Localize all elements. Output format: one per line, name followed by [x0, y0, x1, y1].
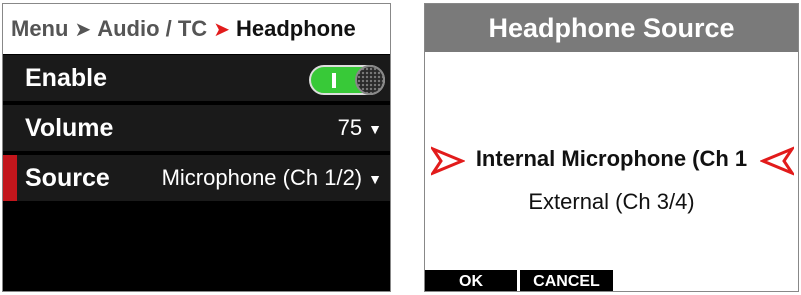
ok-button[interactable]: OK [425, 270, 517, 291]
breadcrumb-menu[interactable]: Menu [11, 16, 68, 42]
source-dropdown[interactable]: Microphone (Ch 1/2) ▼ [162, 165, 382, 191]
volume-label: Volume [25, 113, 114, 142]
dialog-title: Headphone Source [425, 4, 798, 52]
menu-row-volume[interactable]: Volume 75 ▼ [3, 105, 390, 153]
menu-screen: Menu ➤ Audio / TC ➤ Headphone Enable Vol… [2, 3, 391, 292]
breadcrumb-audio-tc[interactable]: Audio / TC [97, 16, 207, 42]
source-label: Source [25, 163, 110, 192]
chevron-down-icon: ▼ [368, 121, 382, 137]
chevron-down-icon: ▼ [368, 171, 382, 187]
selection-marker [3, 155, 17, 201]
chevron-right-icon: ➤ [74, 18, 92, 41]
breadcrumb: Menu ➤ Audio / TC ➤ Headphone [3, 4, 390, 54]
menu-row-source[interactable]: Source Microphone (Ch 1/2) ▼ [3, 155, 390, 203]
headphone-source-dialog: Headphone Source Internal Microphone (Ch… [424, 3, 799, 292]
toggle-on-indicator [332, 73, 336, 88]
toggle-knob [355, 65, 385, 95]
enable-label: Enable [25, 63, 107, 92]
volume-value: 75 [337, 115, 363, 140]
option-internal-microphone[interactable]: Internal Microphone (Ch 1 [425, 146, 798, 172]
selection-arrow-icon [760, 146, 794, 176]
source-value: Microphone (Ch 1/2) [161, 165, 363, 190]
enable-toggle[interactable] [309, 65, 385, 95]
chevron-right-icon: ➤ [213, 18, 230, 41]
breadcrumb-headphone: Headphone [235, 16, 356, 41]
option-external[interactable]: External (Ch 3/4) [425, 189, 798, 215]
menu-row-enable[interactable]: Enable [3, 55, 390, 103]
cancel-button[interactable]: CANCEL [520, 270, 613, 291]
volume-dropdown[interactable]: 75 ▼ [338, 115, 382, 141]
